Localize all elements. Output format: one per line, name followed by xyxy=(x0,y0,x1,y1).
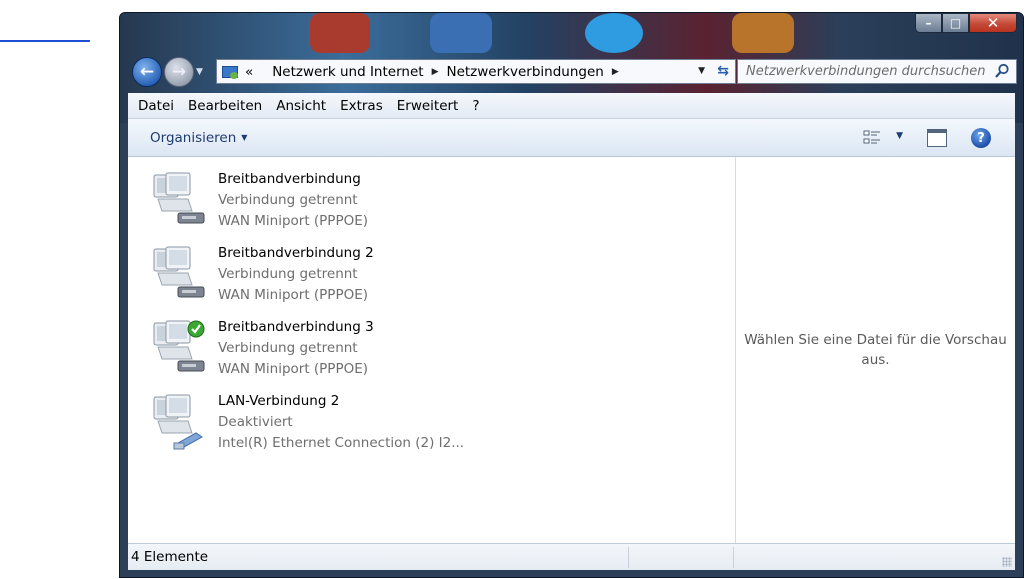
help-icon[interactable]: ? xyxy=(971,128,991,148)
connection-status: Verbindung getrennt xyxy=(218,266,358,282)
breadcrumb-item-netzwerkverbindungen[interactable]: Netzwerkverbindungen xyxy=(446,64,603,80)
explorer-window: – □ ✕ ← → ▼ « ▶ Netzwerk und Internet ▶ … xyxy=(119,12,1024,578)
organize-button[interactable]: Organisieren ▼ xyxy=(150,130,247,146)
search-placeholder: Netzwerkverbindungen durchsuchen xyxy=(746,64,986,79)
menu-item-datei[interactable]: Datei xyxy=(131,98,181,114)
broadband-connection-icon xyxy=(153,246,205,298)
connection-status: Verbindung getrennt xyxy=(218,192,358,208)
menu-item-bearbeiten[interactable]: Bearbeiten xyxy=(181,98,269,114)
content-area: Breitbandverbindung Verbindung getrennt WA… xyxy=(128,157,1015,543)
pen-stroke-mark xyxy=(0,40,90,42)
connection-list: Breitbandverbindung Verbindung getrennt WA… xyxy=(128,157,734,543)
chevron-right-icon[interactable]: ▶ xyxy=(432,67,439,77)
connection-name: Breitbandverbindung xyxy=(218,171,361,187)
lan-connection-icon xyxy=(153,394,203,450)
navigation-bar: ← → ▼ « ▶ Netzwerk und Internet ▶ Netzwe… xyxy=(128,55,1017,89)
background-app-icon xyxy=(732,13,794,53)
minimize-button[interactable]: – xyxy=(915,13,942,33)
connection-device: WAN Miniport (PPPOE) xyxy=(218,361,369,377)
search-icon[interactable] xyxy=(994,63,1010,79)
connection-item[interactable]: Breitbandverbindung Verbindung getrennt WA… xyxy=(148,169,708,239)
refresh-icon[interactable]: ⇆ xyxy=(717,63,729,79)
connection-details: Breitbandverbindung 3 Verbindung getrennt… xyxy=(218,317,374,380)
menu-bar: Datei Bearbeiten Ansicht Extras Erweiter… xyxy=(128,93,1015,119)
menu-item-erweitert[interactable]: Erweitert xyxy=(390,98,466,114)
status-divider xyxy=(628,547,629,568)
change-view-icon[interactable] xyxy=(863,130,881,146)
close-button[interactable]: ✕ xyxy=(969,13,1017,33)
background-app-icon xyxy=(585,13,643,53)
command-bar: Organisieren ▼ ▼ ? xyxy=(128,119,1015,157)
arrow-left-icon: ← xyxy=(139,62,155,82)
connection-device: WAN Miniport (PPPOE) xyxy=(218,287,369,303)
breadcrumb-overflow[interactable]: « xyxy=(245,64,253,80)
resize-grip-icon[interactable] xyxy=(1002,557,1012,567)
background-app-icon xyxy=(430,13,492,53)
back-button[interactable]: ← xyxy=(132,57,162,87)
chevron-down-icon: ▼ xyxy=(241,133,248,142)
connection-status: Deaktiviert xyxy=(218,414,293,430)
menu-item-ansicht[interactable]: Ansicht xyxy=(269,98,333,114)
item-count: 4 Elemente xyxy=(131,549,209,565)
preview-message: Wählen Sie eine Datei für die Vorschau a… xyxy=(744,332,1007,368)
connection-details: LAN-Verbindung 2 Deaktiviert Intel(R) Ethe… xyxy=(218,391,464,454)
broadband-connection-icon xyxy=(153,172,205,224)
history-dropdown-button[interactable]: ▼ xyxy=(196,67,203,77)
view-options-dropdown[interactable]: ▼ xyxy=(896,131,903,141)
breadcrumb: « ▶ Netzwerk und Internet ▶ Netzwerkverb… xyxy=(245,64,627,80)
connection-item[interactable]: LAN-Verbindung 2 Deaktiviert Intel(R) Ethe… xyxy=(148,391,708,461)
maximize-button[interactable]: □ xyxy=(942,13,969,33)
connection-details: Breitbandverbindung 2 Verbindung getrennt… xyxy=(218,243,374,306)
caption-buttons: – □ ✕ xyxy=(915,13,1017,33)
address-dropdown-button[interactable]: ▼ xyxy=(698,66,705,76)
arrow-right-icon: → xyxy=(171,62,187,82)
network-folder-icon xyxy=(221,64,239,80)
forward-button[interactable]: → xyxy=(164,57,194,87)
preview-pane-icon[interactable] xyxy=(927,129,947,147)
connection-details: Breitbandverbindung Verbindung getrennt WA… xyxy=(218,169,368,232)
connection-status: Verbindung getrennt xyxy=(218,340,358,356)
connection-device: WAN Miniport (PPPOE) xyxy=(218,213,369,229)
search-input[interactable]: Netzwerkverbindungen durchsuchen xyxy=(737,59,1017,84)
breadcrumb-item-netzwerk-und-internet[interactable]: Netzwerk und Internet xyxy=(272,64,423,80)
connection-name: Breitbandverbindung 3 xyxy=(218,319,374,335)
chevron-right-icon[interactable]: ▶ xyxy=(612,67,619,77)
menu-item-help[interactable]: ? xyxy=(465,98,486,114)
connection-device: Intel(R) Ethernet Connection (2) I2... xyxy=(218,435,465,451)
connection-item[interactable]: Breitbandverbindung 3 Verbindung getrennt… xyxy=(148,317,708,387)
organize-label: Organisieren xyxy=(150,129,237,146)
broadband-connection-icon xyxy=(153,320,205,372)
connection-item[interactable]: Breitbandverbindung 2 Verbindung getrennt… xyxy=(148,243,708,313)
connection-name: LAN-Verbindung 2 xyxy=(218,393,340,409)
background-app-icon xyxy=(310,13,370,53)
connection-name: Breitbandverbindung 2 xyxy=(218,245,374,261)
preview-pane: Wählen Sie eine Datei für die Vorschau a… xyxy=(735,157,1015,543)
status-bar: 4 Elemente xyxy=(128,543,1015,570)
address-bar[interactable]: « ▶ Netzwerk und Internet ▶ Netzwerkverb… xyxy=(216,59,736,84)
status-divider xyxy=(733,547,734,568)
menu-item-extras[interactable]: Extras xyxy=(333,98,390,114)
